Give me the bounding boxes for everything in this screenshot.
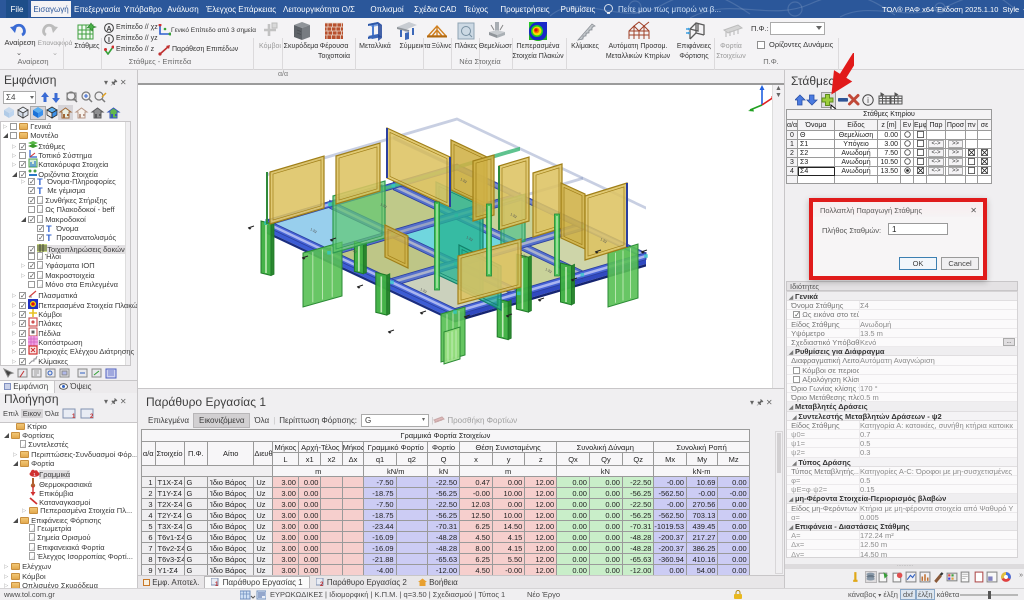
svg-text:I: I xyxy=(108,37,110,44)
svg-text:A: A xyxy=(106,26,111,33)
svg-text:i: i xyxy=(867,96,869,105)
